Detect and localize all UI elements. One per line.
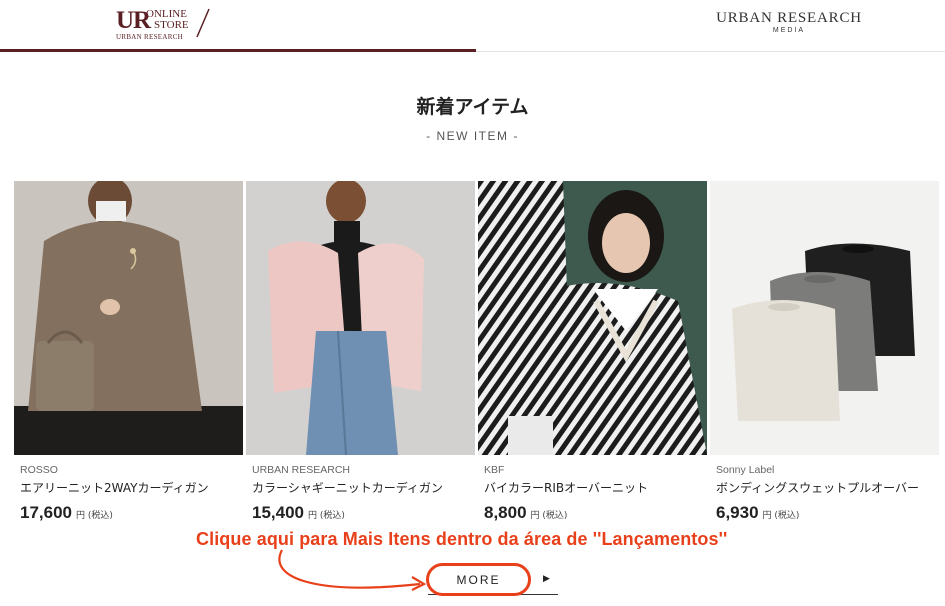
product-card[interactable]: KBF バイカラーRIBオーバーニット 8,800 円 (税込) bbox=[478, 181, 707, 526]
product-photo[interactable] bbox=[246, 181, 475, 455]
product-price-row: 15,400 円 (税込) bbox=[252, 503, 345, 523]
logo-subtitle: URBAN RESEARCH bbox=[116, 33, 184, 41]
price-unit: 円 (税込) bbox=[762, 511, 800, 521]
annotation-arrow-icon bbox=[278, 549, 427, 591]
section-title: 新着アイテム bbox=[416, 96, 529, 118]
more-button[interactable]: MORE bbox=[426, 563, 531, 596]
logo-line-store: STORE bbox=[154, 19, 189, 31]
product-price-row: 8,800 円 (税込) bbox=[484, 503, 567, 523]
product-brand: ROSSO bbox=[20, 464, 58, 476]
product-card[interactable]: Sonny Label ボンディングスウェットプルオーバー 6,930 円 (税込… bbox=[710, 181, 939, 526]
tutorial-annotation: Clique aqui para Mais Itens dentro da ár… bbox=[196, 529, 728, 549]
triangle-right-icon[interactable]: ▶ bbox=[543, 573, 550, 584]
product-name[interactable]: エアリーニット2WAYカーディガン bbox=[20, 479, 209, 496]
product-name[interactable]: バイカラーRIBオーバーニット bbox=[484, 479, 648, 496]
product-name[interactable]: ボンディングスウェットプルオーバー bbox=[716, 479, 919, 496]
product-card[interactable]: URBAN RESEARCH カラーシャギーニットカーディガン 15,400 円 … bbox=[246, 181, 475, 526]
product-price: 15,400 bbox=[252, 503, 304, 522]
site-header: UR ONLINE STORE URBAN RESEARCH URBAN RES… bbox=[0, 0, 945, 52]
ur-online-store-logo[interactable]: UR ONLINE STORE URBAN RESEARCH bbox=[116, 6, 226, 42]
product-card[interactable]: ROSSO エアリーニット2WAYカーディガン 17,600 円 (税込) bbox=[14, 181, 243, 526]
product-price: 8,800 bbox=[484, 503, 527, 522]
logo-mark: UR bbox=[116, 7, 151, 34]
urban-research-media-logo[interactable]: URBAN RESEARCH MEDIA bbox=[714, 10, 864, 34]
product-price: 17,600 bbox=[20, 503, 72, 522]
logo-slash-icon bbox=[196, 8, 210, 38]
tab-online-store[interactable]: UR ONLINE STORE URBAN RESEARCH bbox=[0, 0, 476, 52]
product-brand: Sonny Label bbox=[716, 464, 775, 476]
more-button-label: MORE bbox=[456, 572, 501, 587]
section-subtitle: - NEW ITEM - bbox=[426, 129, 519, 143]
product-brand: KBF bbox=[484, 464, 505, 476]
product-price-row: 17,600 円 (税込) bbox=[20, 503, 113, 523]
media-logo-title: URBAN RESEARCH bbox=[716, 10, 862, 26]
tab-media[interactable] bbox=[476, 0, 945, 52]
product-photo[interactable] bbox=[710, 181, 939, 455]
product-price-row: 6,930 円 (税込) bbox=[716, 503, 799, 523]
product-name[interactable]: カラーシャギーニットカーディガン bbox=[252, 479, 443, 496]
product-price: 6,930 bbox=[716, 503, 759, 522]
price-unit: 円 (税込) bbox=[76, 511, 113, 521]
product-brand: URBAN RESEARCH bbox=[252, 464, 351, 476]
product-photo[interactable] bbox=[478, 181, 707, 455]
product-photo[interactable] bbox=[14, 181, 243, 455]
price-unit: 円 (税込) bbox=[530, 511, 568, 521]
media-logo-subtitle: MEDIA bbox=[772, 27, 806, 34]
price-unit: 円 (税込) bbox=[308, 511, 345, 521]
